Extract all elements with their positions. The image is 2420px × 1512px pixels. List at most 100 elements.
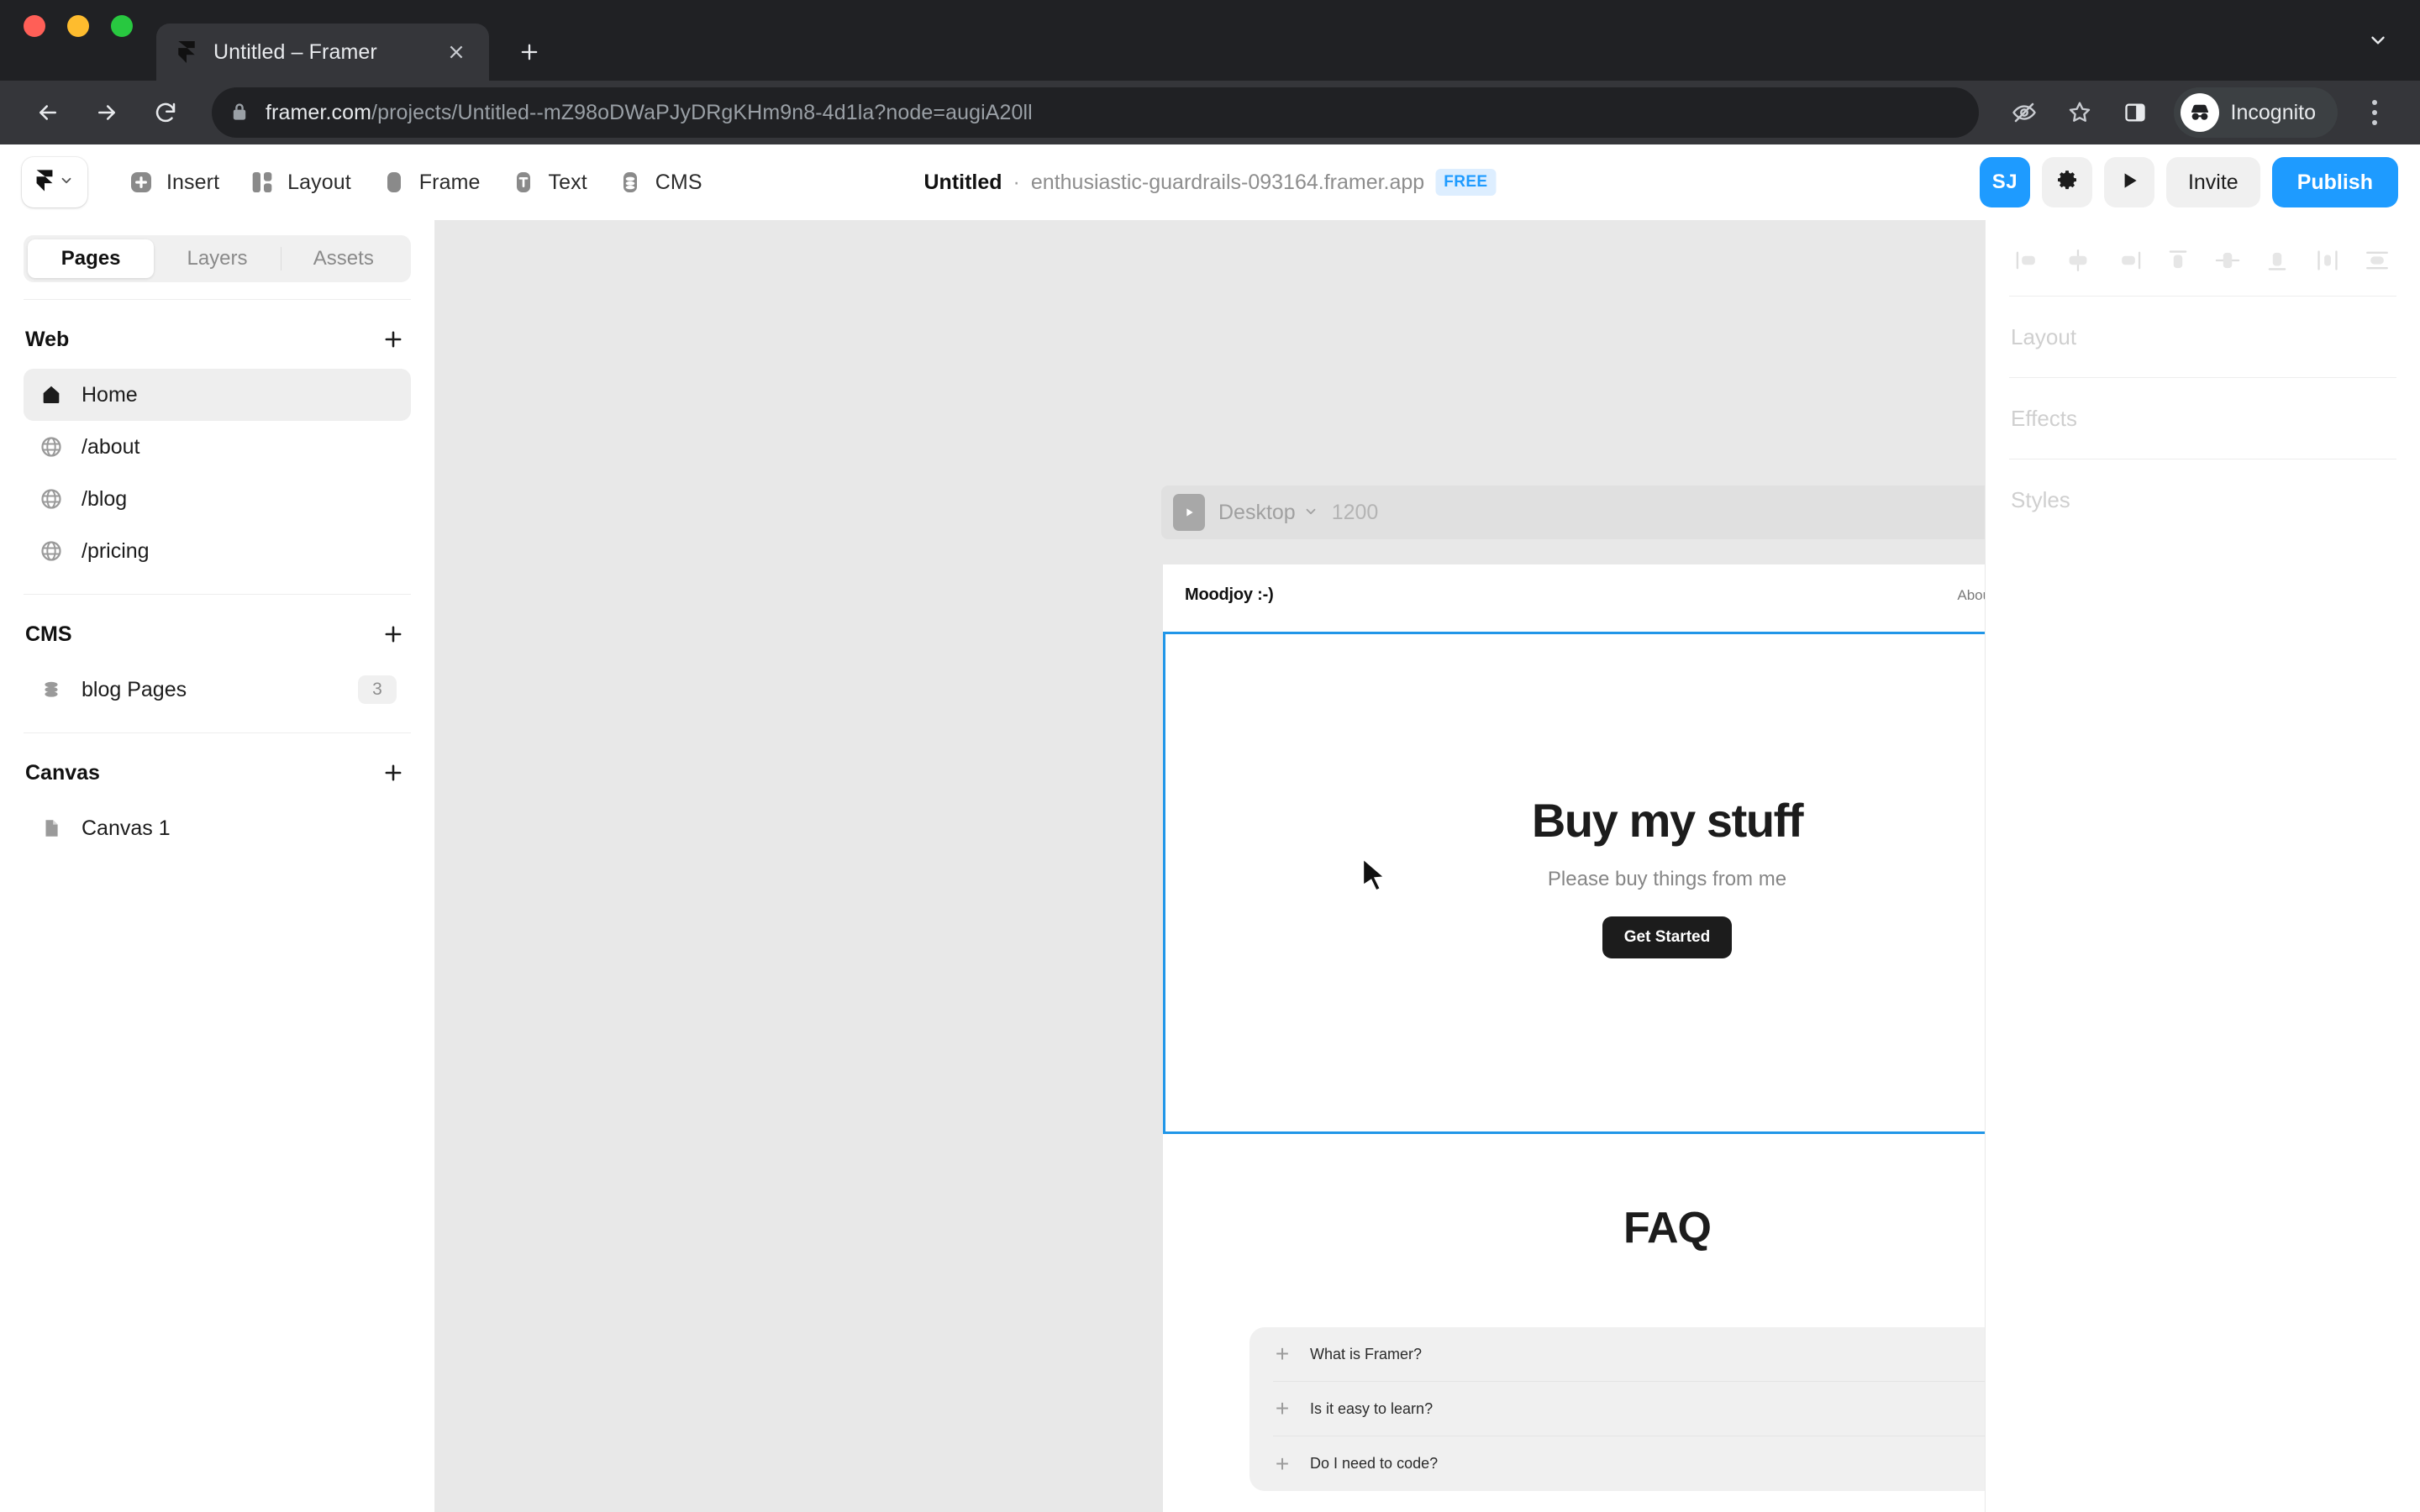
toolbar-layout[interactable]: Layout (234, 157, 366, 207)
framer-menu-button[interactable] (22, 157, 87, 207)
add-canvas-button[interactable] (377, 757, 409, 789)
faq-item[interactable]: + Is it easy to learn? (1273, 1382, 1985, 1436)
chevron-down-icon (59, 173, 74, 192)
document-domain: enthusiastic-guardrails-093164.framer.ap… (1030, 170, 1425, 194)
faq-item[interactable]: + What is Framer? (1273, 1327, 1985, 1382)
add-page-button[interactable] (377, 323, 409, 355)
document-name: Untitled (923, 170, 1002, 194)
section-title: Canvas (25, 760, 100, 785)
tab-pages[interactable]: Pages (28, 239, 155, 278)
plus-icon: + (1275, 1395, 1290, 1421)
toolbar-text-label: Text (548, 170, 587, 194)
tab-layers[interactable]: Layers (154, 239, 280, 278)
toolbar-frame[interactable]: Frame (366, 157, 495, 207)
canvas[interactable]: Desktop 1200 Breakpoint (435, 220, 1985, 1512)
play-icon (2118, 170, 2140, 196)
alignment-toolbar (1986, 220, 2420, 296)
play-icon[interactable] (1173, 494, 1205, 531)
toolbar-insert-label: Insert (166, 170, 220, 194)
design-frame[interactable]: Moodjoy :-) About Pricing Signup Buy my … (1163, 564, 1985, 1512)
distribute-horizontal-icon[interactable] (2308, 242, 2347, 279)
site-nav-link-about[interactable]: About (1957, 587, 1985, 604)
panel-section-effects[interactable]: Effects (1986, 378, 2420, 459)
sidebar-divider (24, 732, 411, 733)
minimize-window-button[interactable] (67, 15, 89, 37)
close-icon[interactable] (442, 38, 471, 66)
avatar[interactable]: SJ (1979, 157, 2030, 207)
right-properties-panel: Layout Effects Styles (1985, 220, 2420, 1512)
sidebar-item-label: /blog (82, 486, 128, 511)
left-sidebar: Pages Layers Assets Web Home /about /blo… (0, 220, 435, 1512)
align-left-icon[interactable] (2009, 242, 2048, 279)
hero-cta-button[interactable]: Get Started (1602, 916, 1733, 958)
add-collection-button[interactable] (377, 618, 409, 650)
browser-tab-title: Untitled – Framer (213, 39, 377, 64)
hero-section[interactable]: Buy my stuff Please buy things from me G… (1163, 626, 1985, 1126)
breakpoint-name-dropdown[interactable]: Desktop (1218, 501, 1318, 525)
publish-button[interactable]: Publish (2271, 157, 2398, 207)
site-nav-links: About Pricing Signup (1957, 580, 1985, 612)
browser-toolbar-actions: Incognito (1999, 87, 2398, 138)
sidebar-divider (24, 594, 411, 595)
site-logo[interactable]: Moodjoy :-) (1185, 585, 1274, 605)
section-header-canvas: Canvas (0, 743, 434, 802)
reload-icon[interactable] (139, 87, 192, 139)
star-icon[interactable] (2054, 87, 2105, 138)
sidebar-item-canvas-1[interactable]: Canvas 1 (24, 802, 411, 854)
maximize-window-button[interactable] (111, 15, 133, 37)
sidebar-item-blog-pages[interactable]: blog Pages 3 (24, 664, 411, 716)
address-bar[interactable]: framer.com/projects/Untitled--mZ98oDWaPJ… (212, 87, 1979, 138)
text-t-icon (509, 168, 538, 197)
invite-button[interactable]: Invite (2165, 157, 2260, 207)
sidebar-item-blog[interactable]: /blog (24, 473, 411, 525)
section-title: CMS (25, 622, 72, 646)
globe-icon (38, 538, 65, 564)
kebab-menu-icon[interactable] (2351, 87, 2398, 138)
profile-incognito-button[interactable]: Incognito (2173, 87, 2338, 138)
breakpoint-width[interactable]: 1200 (1332, 501, 1379, 525)
side-panel-icon[interactable] (2110, 87, 2160, 138)
chevron-down-icon[interactable] (2360, 22, 2396, 59)
site-navbar[interactable]: Moodjoy :-) About Pricing Signup (1163, 564, 1985, 626)
distribute-vertical-icon[interactable] (2358, 242, 2396, 279)
section-header-cms: CMS (0, 605, 434, 664)
faq-item[interactable]: + Do I need to code? (1273, 1436, 1985, 1491)
tab-assets[interactable]: Assets (281, 239, 407, 278)
back-arrow-icon[interactable] (22, 87, 74, 139)
browser-tab[interactable]: Untitled – Framer (156, 24, 489, 81)
eye-slash-icon[interactable] (1999, 87, 2049, 138)
align-center-horizontal-icon[interactable] (2059, 242, 2097, 279)
plus-square-icon (127, 168, 155, 197)
sidebar-item-about[interactable]: /about (24, 421, 411, 473)
panel-section-styles[interactable]: Styles (1986, 459, 2420, 540)
panel-section-layout[interactable]: Layout (1986, 297, 2420, 377)
toolbar-text[interactable]: Text (495, 157, 602, 207)
align-center-vertical-icon[interactable] (2208, 242, 2247, 279)
plan-badge: FREE (1435, 169, 1497, 196)
globe-icon (38, 433, 65, 460)
plus-icon: + (1275, 1450, 1290, 1477)
sidebar-item-home[interactable]: Home (24, 369, 411, 421)
toolbar-cms[interactable]: CMS (602, 157, 717, 207)
faq-question: Is it easy to learn? (1310, 1399, 1434, 1417)
document-title[interactable]: Untitled · enthusiastic-guardrails-09316… (924, 169, 1497, 196)
faq-question: Do I need to code? (1310, 1455, 1439, 1472)
framer-logo-icon (35, 169, 54, 196)
sidebar-item-pricing[interactable]: /pricing (24, 525, 411, 577)
align-top-icon[interactable] (2159, 242, 2197, 279)
settings-button[interactable] (2041, 157, 2092, 207)
align-bottom-icon[interactable] (2258, 242, 2296, 279)
panel-section-title: Styles (2011, 486, 2070, 512)
section-header-web: Web (0, 310, 434, 369)
toolbar-insert[interactable]: Insert (113, 157, 234, 207)
preview-button[interactable] (2103, 157, 2154, 207)
close-window-button[interactable] (24, 15, 45, 37)
forward-arrow-icon[interactable] (81, 87, 133, 139)
align-right-icon[interactable] (2109, 242, 2148, 279)
faq-question: What is Framer? (1310, 1345, 1423, 1362)
new-tab-button[interactable] (508, 30, 551, 74)
layout-columns-icon (248, 168, 276, 197)
faq-section[interactable]: FAQ + What is Framer? + Is it easy to le… (1163, 1126, 1985, 1491)
framer-app: Insert Layout Frame Text CMS Untitled · … (0, 144, 2420, 1512)
breakpoint-name-label: Desktop (1218, 500, 1296, 524)
